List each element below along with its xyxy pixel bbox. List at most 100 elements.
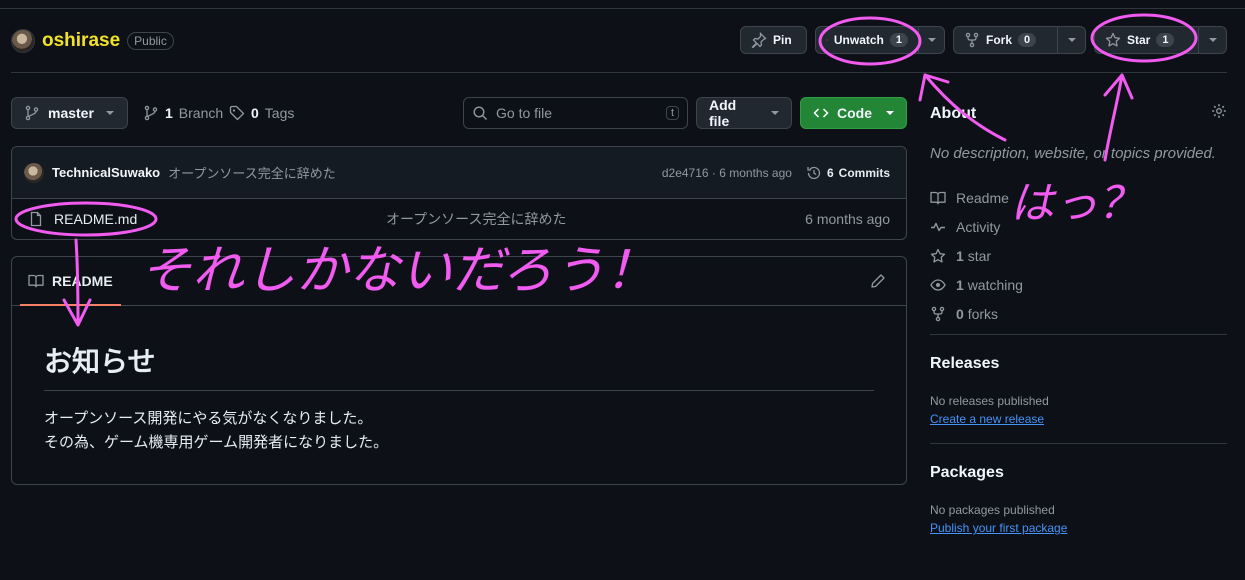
author-avatar[interactable] [24,162,44,183]
chevron-down-icon [927,38,936,42]
book-icon [930,191,946,204]
book-icon [28,274,44,287]
readme-content: お知らせ オープンソース開発にやる気がなくなりました。 その為、ゲーム機専用ゲー… [12,306,906,455]
releases-title[interactable]: Releases [930,355,999,373]
eye-icon [826,39,828,41]
about-title: About [930,105,977,122]
packages-empty: No packages published [930,503,1055,517]
fork-count: 0 [1018,33,1037,47]
about-links: Readme Activity 1 star 1 watching 0 fork… [930,183,1023,328]
avatar[interactable] [11,29,35,53]
forks-link[interactable]: 0 forks [930,299,1023,328]
chevron-down-icon [1208,38,1217,42]
forks-label: forks [967,305,999,322]
branch-label: Branch [178,105,224,121]
repo-header: oshirase Public Pin Unwatch 1 Fork 0 Sta… [11,26,1227,58]
commit-author[interactable]: TechnicalSuwako [52,165,160,180]
table-row[interactable]: README.md オープンソース完全に辞めた 6 months ago [12,199,906,239]
star-label: Star [1127,33,1151,47]
chevron-down-icon [771,111,779,115]
fork-dropdown[interactable] [1057,27,1085,53]
stars-link[interactable]: 1 star [930,241,1023,270]
branch-count-link[interactable]: 1 Branch [143,105,223,121]
history-icon [807,166,821,179]
branch-icon [144,105,158,121]
create-release-link[interactable]: Create a new release [930,412,1044,426]
commit-message[interactable]: オープンソース完全に辞めた [168,163,336,182]
pencil-icon[interactable] [870,273,886,289]
readme-line-2: その為、ゲーム機専用ゲーム開発者になりました。 [44,434,389,451]
file-commit-message[interactable]: オープンソース完全に辞めた [386,209,566,229]
commit-hash-time[interactable]: d2e4716 · 6 months ago [662,166,792,180]
about-description: No description, website, or topics provi… [930,145,1216,162]
code-icon [813,108,829,118]
star-count: 1 [1156,33,1175,47]
tab-readme[interactable]: README [20,257,121,306]
tag-count-link[interactable]: 0 Tags [229,105,294,121]
commits-label: Commits [838,165,890,180]
repo-title-group: oshirase Public [11,29,174,53]
pin-button[interactable]: Pin [740,26,807,54]
packages-title[interactable]: Packages [930,464,1004,482]
code-button[interactable]: Code [800,97,907,129]
unwatch-label: Unwatch [833,33,884,47]
readme-link[interactable]: Readme [930,183,1023,212]
fork-button[interactable]: Fork 0 [953,26,1086,54]
pin-icon [751,32,767,48]
repo-title[interactable]: oshirase [42,30,120,52]
search-input[interactable] [496,105,656,121]
star-icon [1105,32,1121,47]
unwatch-dropdown[interactable] [918,27,944,53]
eye-icon [930,278,946,291]
branch-name: master [48,105,94,121]
file-time: 6 months ago [805,211,890,227]
chevron-down-icon [1067,38,1076,42]
chevron-down-icon [105,111,114,115]
pin-label: Pin [773,33,792,47]
star-dropdown[interactable] [1198,27,1226,53]
sidebar-divider [930,334,1227,335]
file-name[interactable]: README.md [54,211,137,227]
unwatch-count: 1 [889,33,908,47]
visibility-badge: Public [127,32,174,50]
watching-link[interactable]: 1 watching [930,270,1023,299]
branch-selector[interactable]: master [11,97,128,129]
publish-package-link[interactable]: Publish your first package [930,521,1067,535]
watching-count: 1 [956,276,964,293]
commits-count: 6 [826,165,834,180]
add-file-label: Add file [709,97,737,129]
header-divider [11,72,1227,73]
gear-icon[interactable] [1211,103,1227,119]
readme-line-1: オープンソース開発にやる気がなくなりました。 [44,410,373,427]
star-icon [930,248,946,263]
star-button[interactable]: Star 1 [1094,26,1227,54]
annotation-side-text: はっ？ [1010,178,1142,229]
latest-commit-row: TechnicalSuwako オープンソース完全に辞めた d2e4716 · … [12,147,906,199]
watching-label: watching [967,276,1023,293]
forks-count: 0 [956,305,964,322]
tag-count: 0 [251,105,259,121]
readme-header: README [12,257,906,306]
file-icon [30,211,42,227]
pulse-icon [931,222,945,231]
fork-icon [965,32,979,48]
add-file-button[interactable]: Add file [696,97,792,129]
readme-panel: README お知らせ オープンソース開発にやる気がなくなりました。 その為、ゲ… [11,256,907,485]
sidebar-divider [930,443,1227,444]
tag-icon [229,105,245,121]
readme-heading: お知らせ [44,340,874,391]
activity-link[interactable]: Activity [930,212,1023,241]
releases-empty: No releases published [930,394,1049,408]
file-toolbar: master 1 Branch 0 Tags t Add file Code [11,97,907,129]
search-icon [473,106,487,120]
stars-count: 1 [956,247,964,264]
branch-count: 1 [165,105,173,121]
tag-label: Tags [264,105,295,121]
stars-label: star [967,247,992,264]
chevron-down-icon [886,111,894,115]
go-to-file-search[interactable]: t [463,97,688,129]
commits-link[interactable]: 6 Commits [806,165,890,181]
top-divider [0,8,1245,9]
unwatch-button[interactable]: Unwatch 1 [815,26,945,54]
fork-label: Fork [986,33,1013,47]
